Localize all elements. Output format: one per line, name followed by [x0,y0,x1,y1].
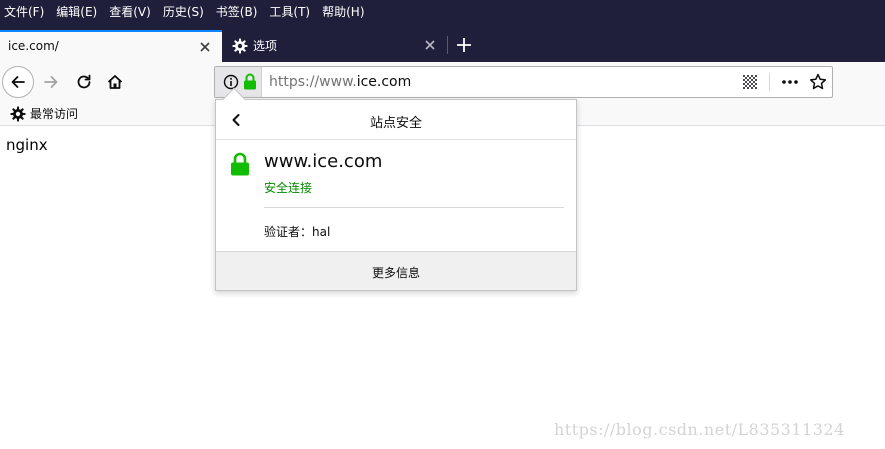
reload-icon [77,74,91,89]
more-info-button[interactable]: 更多信息 [216,251,576,290]
home-button[interactable] [104,72,126,92]
menu-tools[interactable]: 工具(T) [269,3,310,20]
lock-icon [231,152,249,176]
menu-history[interactable]: 历史(S) [163,3,204,20]
menu-bar: 文件(F) 编辑(E) 查看(V) 历史(S) 书签(B) 工具(T) 帮助(H… [0,0,885,22]
home-icon [107,75,123,89]
arrow-left-icon [11,76,25,88]
tab-divider [447,36,448,54]
gear-icon [232,38,248,54]
menu-help[interactable]: 帮助(H) [322,3,364,20]
reload-button[interactable] [73,72,95,92]
new-tab-plus-icon[interactable] [454,35,474,55]
url-scheme: https://www. [269,74,357,90]
urlbar-separator [769,73,770,91]
close-icon[interactable] [423,38,437,52]
info-icon[interactable] [223,74,239,90]
menu-file[interactable]: 文件(F) [4,3,44,20]
tab-strip: ice.com/ 选项 [0,22,885,62]
star-icon[interactable] [809,73,827,91]
url-host: ice.com [356,74,412,90]
tab-ice-com[interactable]: ice.com/ [0,30,222,62]
tab-title: 选项 [253,39,278,53]
menu-bookmarks[interactable]: 书签(B) [216,3,258,20]
bookmark-label: 最常访问 [30,107,79,121]
watermark: https://blog.csdn.net/L835311324 [554,420,845,439]
url-text[interactable]: https://www.ice.com [269,74,411,90]
tab-title: ice.com/ [8,39,59,53]
more-info-label: 更多信息 [371,266,420,280]
panel-separator [264,207,564,208]
panel-header: 站点安全 [216,100,576,140]
close-icon[interactable] [198,40,212,54]
page-body-text: nginx [6,136,48,154]
verifier-label: 验证者：hal [264,225,331,239]
site-security-panel: 站点安全 www.ice.com 安全连接 验证者：hal 更多信息 [215,87,577,291]
tab-options[interactable]: 选项 [222,30,448,62]
url-bar[interactable]: https://www.ice.com [214,66,833,98]
forward-button[interactable] [40,72,62,92]
panel-title: 站点安全 [369,116,422,131]
menu-view[interactable]: 查看(V) [109,3,151,20]
lock-icon [244,73,256,90]
navigation-toolbar: https://www.ice.com [0,62,885,102]
panel-host: www.ice.com [264,151,383,172]
secure-connection-status: 安全连接 [264,181,313,195]
back-button[interactable] [2,66,34,98]
arrow-right-icon [44,76,58,88]
qr-code-icon[interactable] [742,74,758,90]
bookmark-most-visited[interactable]: 最常访问 [10,105,78,122]
menu-edit[interactable]: 编辑(E) [56,3,97,20]
gear-icon [10,106,26,121]
more-actions-icon[interactable] [781,74,799,90]
